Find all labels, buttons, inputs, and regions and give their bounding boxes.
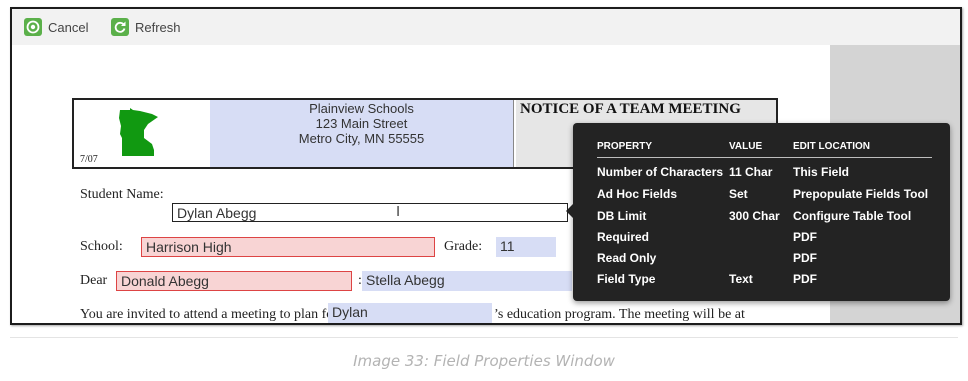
popup-pointer: [566, 204, 573, 218]
row-value: Set: [729, 187, 748, 201]
row-value: 11 Char: [729, 165, 773, 179]
grade-field[interactable]: 11: [496, 237, 556, 257]
school-name: Plainview Schools: [309, 101, 414, 116]
row-location: This Field: [793, 165, 850, 179]
invite-text-continued: ’s education program. The meeting will b…: [494, 307, 745, 322]
school-field[interactable]: Harrison High: [141, 237, 435, 257]
row-property: Ad Hoc Fields: [597, 187, 678, 201]
field-properties-popup: PROPERTY VALUE EDIT LOCATION Number of C…: [566, 123, 950, 301]
row-property: DB Limit: [597, 209, 647, 223]
map-cell: 7/07: [74, 100, 211, 167]
row-property: Read Only: [597, 251, 657, 265]
row-location: PDF: [793, 230, 817, 244]
invite-text: You are invited to attend a meeting to p…: [80, 307, 338, 322]
invite-student-value: Dylan: [332, 304, 368, 320]
student-name-field[interactable]: Dylan Abegg: [172, 203, 568, 222]
student-name-label: Student Name:: [80, 187, 164, 202]
row-location: PDF: [793, 251, 817, 265]
header-property: PROPERTY: [597, 141, 653, 152]
dear-parent1-field[interactable]: Donald Abegg: [116, 271, 352, 291]
grade-label: Grade:: [444, 239, 483, 254]
refresh-icon: [111, 18, 129, 36]
cancel-button[interactable]: Cancel: [24, 16, 88, 38]
row-value: Text: [729, 272, 753, 286]
caption-divider: [10, 337, 958, 338]
school-value: Harrison High: [146, 239, 232, 255]
cancel-label: Cancel: [48, 19, 89, 35]
grade-value: 11: [500, 238, 515, 254]
student-name-value: Dylan Abegg: [177, 205, 257, 221]
row-property: Required: [597, 230, 650, 244]
school-address-block[interactable]: Plainview Schools 123 Main Street Metro …: [210, 100, 514, 167]
school-label: School:: [80, 239, 123, 254]
minnesota-map-icon: [119, 108, 158, 156]
refresh-button[interactable]: Refresh: [111, 16, 181, 38]
header-value: VALUE: [729, 141, 763, 152]
form-code: 7/07: [80, 154, 98, 165]
refresh-label: Refresh: [135, 19, 181, 35]
address-line-1: 123 Main Street: [315, 116, 408, 131]
cancel-circle-icon: [24, 18, 42, 36]
dear-parent1-value: Donald Abegg: [121, 273, 209, 289]
row-property: Field Type: [597, 272, 656, 286]
text-cursor-icon: Ⅰ: [396, 203, 401, 219]
row-value: 300 Char: [729, 209, 780, 223]
invite-student-field[interactable]: Dylan: [328, 303, 492, 323]
header-divider: [597, 157, 932, 158]
image-caption: Image 33: Field Properties Window: [353, 352, 615, 370]
dear-parent2-field[interactable]: Stella Abegg: [362, 271, 572, 291]
row-property: Number of Characters: [597, 165, 724, 179]
dear-parent2-value: Stella Abegg: [366, 272, 445, 288]
header-edit-location: EDIT LOCATION: [793, 141, 871, 152]
row-location: Prepopulate Fields Tool: [793, 187, 929, 201]
dear-label: Dear: [80, 273, 108, 288]
row-location: PDF: [793, 272, 817, 286]
address-line-2: Metro City, MN 55555: [298, 131, 425, 146]
row-location: Configure Table Tool: [793, 209, 912, 223]
screenshot-frame: Cancel Refresh 7/07 Plainview Schools 12…: [10, 7, 962, 325]
toolbar: Cancel Refresh: [12, 9, 960, 46]
